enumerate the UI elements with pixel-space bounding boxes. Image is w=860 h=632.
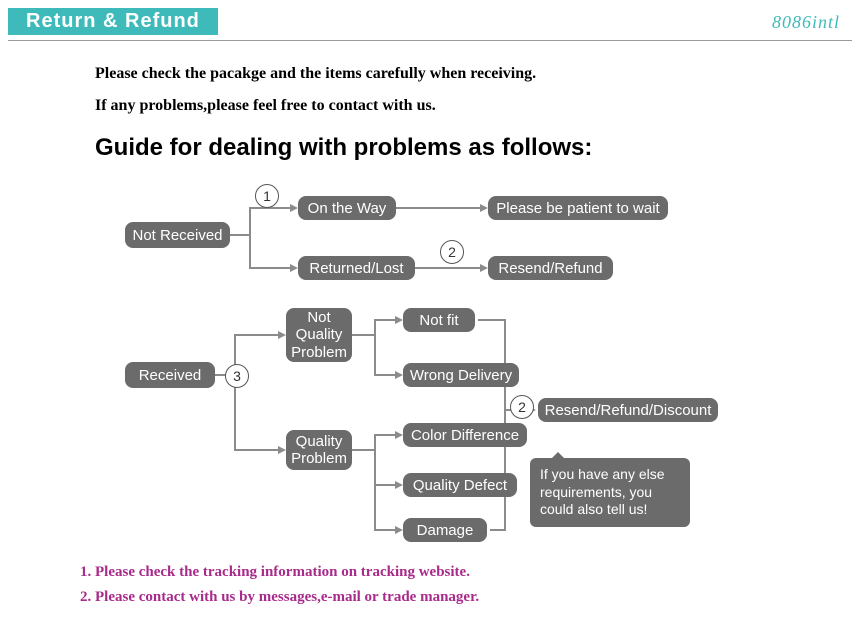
node-not-received: Not Received: [125, 222, 230, 248]
node-patient: Please be patient to wait: [488, 196, 668, 220]
section-title: Return & Refund: [8, 8, 218, 35]
intro-text: Please check the pacakge and the items c…: [95, 61, 860, 118]
marker-2: 2: [440, 240, 464, 264]
node-not-fit: Not fit: [403, 308, 475, 332]
brand-label: 8086intl: [772, 12, 840, 33]
node-quality-problem: QualityProblem: [286, 430, 352, 470]
intro-line-1: Please check the pacakge and the items c…: [95, 61, 860, 87]
node-resend-refund: Resend/Refund: [488, 256, 613, 280]
node-damage: Damage: [403, 518, 487, 542]
page: Return & Refund 8086intl Please check th…: [0, 0, 860, 632]
footer-notes: 1. Please check the tracking information…: [80, 556, 479, 614]
node-received: Received: [125, 362, 215, 388]
node-wrong-delivery: Wrong Delivery: [403, 363, 519, 387]
node-color-difference: Color Difference: [403, 423, 527, 447]
footer-line-2: 2. Please contact with us by messages,e-…: [80, 589, 479, 606]
header: Return & Refund 8086intl: [8, 8, 852, 36]
marker-2b: 2: [510, 395, 534, 419]
node-on-the-way: On the Way: [298, 196, 396, 220]
node-not-quality-problem: NotQualityProblem: [286, 308, 352, 362]
node-resend-refund-discount: Resend/Refund/Discount: [538, 398, 718, 422]
node-quality-defect: Quality Defect: [403, 473, 517, 497]
node-returned-lost: Returned/Lost: [298, 256, 415, 280]
guide-title: Guide for dealing with problems as follo…: [95, 134, 860, 162]
flowchart: Not Received 1 On the Way Returned/Lost …: [120, 180, 840, 560]
speech-bubble: If you have any else requirements, you c…: [530, 458, 690, 527]
footer-line-1: 1. Please check the tracking information…: [80, 564, 479, 581]
divider: [8, 40, 852, 41]
marker-3: 3: [225, 364, 249, 388]
marker-1: 1: [255, 184, 279, 208]
intro-line-2: If any problems,please feel free to cont…: [95, 93, 860, 119]
